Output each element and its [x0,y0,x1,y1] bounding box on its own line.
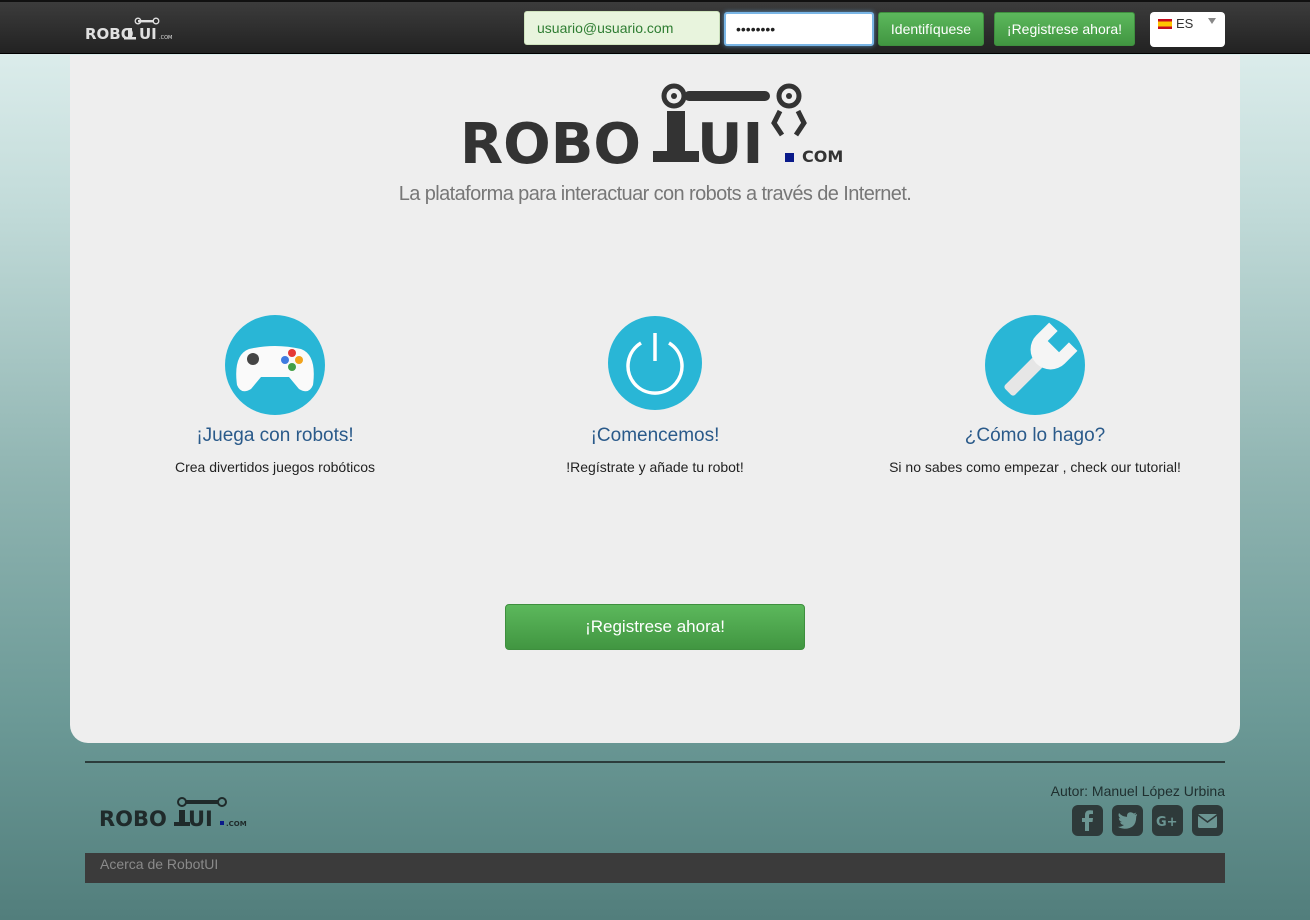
language-select[interactable]: ES [1150,12,1225,47]
svg-text:UI: UI [139,25,157,42]
power-icon [608,316,702,410]
feature-text: Si no sabes como empezar , check our tut… [889,459,1181,475]
svg-text:G+: G+ [1156,815,1178,830]
footer-bar: Acerca de RobotUI [85,853,1225,883]
feature-title: ¿Cómo lo hago? [964,425,1106,446]
twitter-icon[interactable] [1112,805,1143,836]
facebook-icon[interactable] [1072,805,1103,836]
svg-text:.COM: .COM [226,820,247,828]
password-field[interactable]: •••••••• [724,12,874,46]
login-button[interactable]: Identifíquese [878,12,984,46]
feature-play: ¡Juega con robots! Crea divertidos juego… [95,315,455,475]
hero-logo: ROBO UI COM [460,83,843,171]
feature-text: Crea divertidos juegos robóticos [175,459,375,475]
language-code: ES [1176,16,1194,31]
svg-text:ROBO: ROBO [99,807,167,830]
feature-howto: ¿Cómo lo hago? Si no sabes como empezar … [855,315,1215,475]
spain-flag-icon [1158,19,1172,29]
main-panel: ROBO UI COM La plataforma para interactu… [70,55,1240,743]
top-navbar: ROBO UI .COM usuario@usuario.com •••••••… [0,0,1310,54]
wrench-icon [985,315,1085,415]
gamepad-icon [225,315,325,415]
register-button[interactable]: ¡Registrese ahora! [994,12,1135,46]
svg-text:ROBO: ROBO [460,112,641,171]
footer-divider [85,761,1225,763]
main-register-button[interactable]: ¡Registrese ahora! [505,604,805,650]
footer-author: Autor: Manuel López Urbina [1050,783,1225,799]
footer-logo: ROBO UI .COM [99,797,247,830]
chevron-down-icon [1208,18,1216,24]
about-link[interactable]: Acerca de RobotUI [100,856,218,872]
svg-text:.COM: .COM [159,35,172,41]
svg-text:COM: COM [802,147,843,166]
svg-text:UI: UI [697,112,763,171]
svg-text:UI: UI [188,807,213,830]
feature-title: ¡Juega con robots! [196,425,354,446]
envelope-icon[interactable] [1192,805,1223,836]
feature-text: !Regístrate y añade tu robot! [566,459,744,475]
navbar-logo[interactable]: ROBO UI .COM [84,16,188,42]
google-plus-icon[interactable]: G+ [1152,805,1183,836]
email-field[interactable]: usuario@usuario.com [524,11,720,45]
tagline: La plataforma para interactuar con robot… [398,183,912,205]
feature-start: ¡Comencemos! !Regístrate y añade tu robo… [475,315,835,475]
feature-title: ¡Comencemos! [590,425,720,446]
